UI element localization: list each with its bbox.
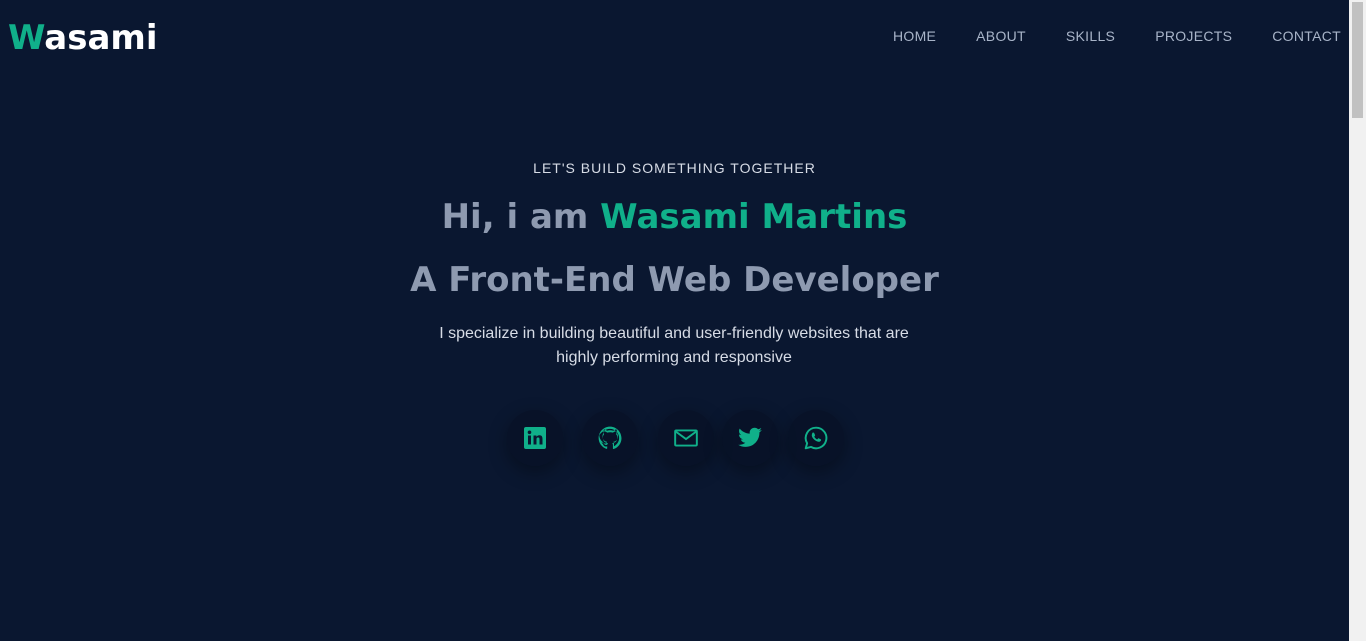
hero-greeting: Hi, i am	[441, 197, 601, 237]
linkedin-link[interactable]	[507, 410, 563, 466]
hero-role: A Front-End Web Developer	[410, 260, 939, 300]
nav-link-skills[interactable]: SKILLS	[1066, 27, 1115, 45]
hero-name: Wasami Martins	[600, 197, 908, 237]
whatsapp-link[interactable]	[788, 410, 844, 466]
whatsapp-icon	[803, 425, 829, 451]
scrollbar-thumb[interactable]	[1352, 2, 1363, 118]
logo-text: asami	[44, 18, 158, 58]
github-icon	[597, 425, 623, 451]
hero-eyebrow: LET'S BUILD SOMETHING TOGETHER	[533, 160, 816, 176]
nav-link-contact[interactable]: CONTACT	[1272, 27, 1341, 45]
social-links	[0, 410, 1349, 470]
nav-link-projects[interactable]: PROJECTS	[1155, 27, 1232, 45]
site-logo[interactable]: Wasami	[8, 18, 158, 58]
email-link[interactable]	[658, 410, 714, 466]
github-link[interactable]	[582, 410, 638, 466]
nav-link-about[interactable]: ABOUT	[976, 27, 1026, 45]
main-nav: HOME ABOUT SKILLS PROJECTS CONTACT	[853, 27, 1341, 45]
hero-description: I specialize in building beautiful and u…	[439, 325, 909, 366]
linkedin-icon	[523, 426, 547, 450]
twitter-icon	[737, 425, 763, 451]
logo-accent-letter: W	[8, 18, 45, 58]
hero-headline: Hi, i am Wasami Martins	[0, 195, 1349, 239]
twitter-link[interactable]	[722, 410, 778, 466]
page-scrollbar[interactable]	[1349, 0, 1366, 641]
page: Wasami HOME ABOUT SKILLS PROJECTS CONTAC…	[0, 0, 1349, 641]
navbar: Wasami HOME ABOUT SKILLS PROJECTS CONTAC…	[0, 0, 1349, 74]
mail-icon	[673, 425, 699, 451]
nav-link-home[interactable]: HOME	[893, 27, 936, 45]
